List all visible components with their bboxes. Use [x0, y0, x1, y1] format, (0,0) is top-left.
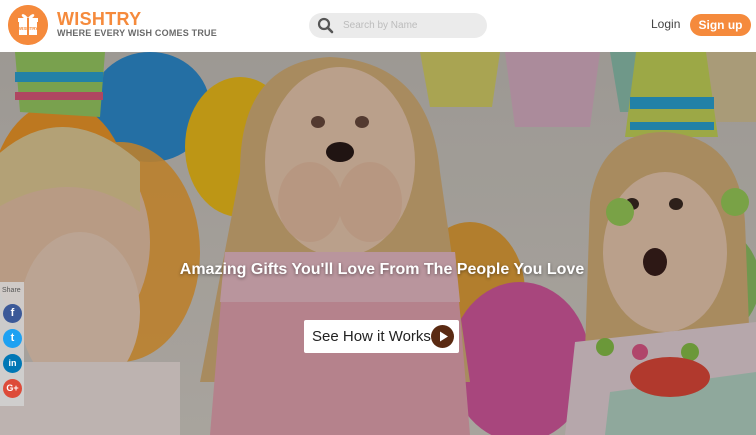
google-plus-icon[interactable]: G+	[3, 379, 22, 398]
share-bar: Share f t in G+	[0, 282, 24, 406]
brand-name[interactable]: WISHTRY	[57, 9, 141, 29]
linkedin-icon[interactable]: in	[3, 354, 22, 373]
login-link[interactable]: Login	[651, 17, 680, 32]
hero-banner: Amazing Gifts You'll Love From The Peopl…	[0, 52, 756, 435]
logo-text: WISHTRY	[18, 26, 39, 31]
facebook-icon[interactable]: f	[3, 304, 22, 323]
search-input[interactable]	[343, 16, 479, 35]
search-bar	[309, 13, 487, 38]
hero-title: Amazing Gifts You'll Love From The Peopl…	[179, 261, 585, 278]
brand-tagline: WHERE EVERY WISH COMES TRUE	[57, 28, 217, 38]
logo[interactable]: WISHTRY	[8, 5, 48, 45]
play-icon	[431, 325, 454, 348]
hero-photo	[0, 52, 756, 435]
gift-logo-icon: WISHTRY	[8, 5, 48, 45]
site-header: WISHTRY WISHTRY WHERE EVERY WISH COMES T…	[0, 0, 756, 52]
cta-label: See How it Works	[312, 328, 431, 345]
share-label: Share	[2, 287, 21, 294]
twitter-icon[interactable]: t	[3, 329, 22, 348]
signup-button[interactable]: Sign up	[690, 14, 751, 36]
see-how-it-works-button[interactable]: See How it Works	[304, 320, 459, 353]
search-icon[interactable]	[317, 17, 334, 34]
